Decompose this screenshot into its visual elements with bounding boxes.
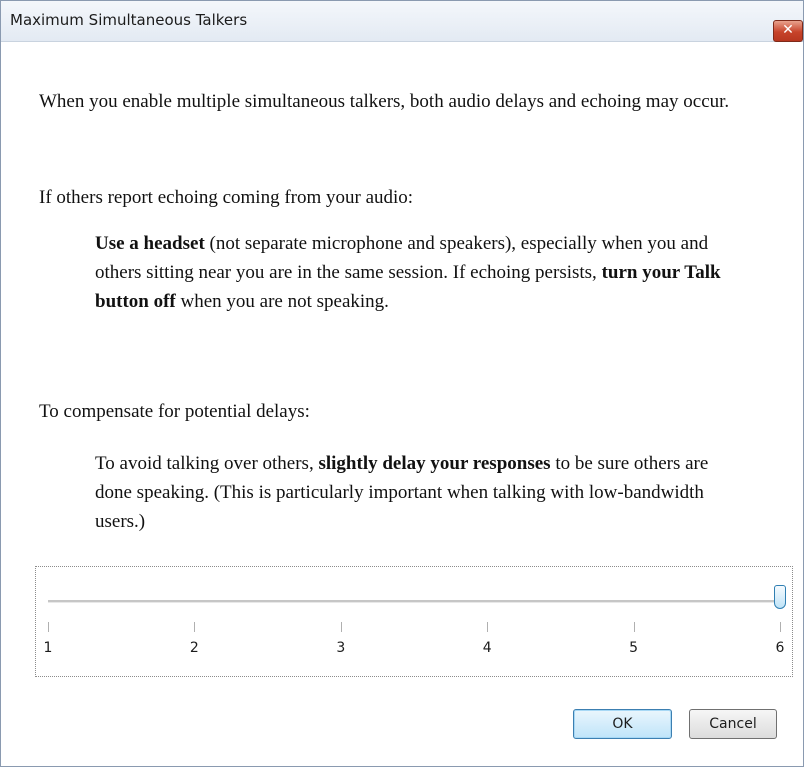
slider-tick-label: 2 (189, 640, 199, 656)
slider-tick-label: 6 (775, 640, 785, 656)
use-headset-bold: Use a headset (95, 233, 205, 254)
slider-tick-label: 1 (43, 640, 53, 656)
echo-heading: If others report echoing coming from you… (39, 187, 414, 208)
slider-tick-label: 5 (629, 640, 639, 656)
slider-tick (48, 622, 49, 632)
slider-tick (487, 622, 489, 632)
slider-tick-label: 3 (336, 640, 346, 656)
delay-advice: To avoid talking over others, slightly d… (95, 449, 735, 536)
talkers-slider[interactable]: 1 2 3 4 5 6 (35, 566, 793, 677)
slider-tick (194, 622, 196, 632)
window-title: Maximum Simultaneous Talkers (10, 11, 248, 29)
close-icon: ✕ (782, 22, 794, 38)
title-bar: Maximum Simultaneous Talkers ✕ (1, 1, 803, 42)
delay-advice-text-1: To avoid talking over others, (95, 453, 319, 474)
dialog-window: Maximum Simultaneous Talkers ✕ When you … (0, 0, 804, 767)
slider-track[interactable] (48, 600, 780, 603)
slider-tick (633, 622, 635, 632)
slider-thumb[interactable] (774, 585, 786, 609)
echo-advice: Use a headset (not separate microphone a… (95, 229, 735, 316)
delay-heading: To compensate for potential delays: (39, 401, 310, 422)
delay-responses-bold: slightly delay your responses (318, 453, 551, 474)
echo-advice-text-2: when you are not speaking. (175, 291, 389, 312)
slider-tick (780, 622, 781, 632)
intro-text: When you enable multiple simultaneous ta… (39, 91, 730, 112)
cancel-button[interactable]: Cancel (689, 709, 777, 739)
close-button[interactable]: ✕ (773, 20, 803, 42)
ok-button[interactable]: OK (573, 709, 672, 739)
slider-tick (340, 622, 342, 632)
slider-tick-label: 4 (482, 640, 492, 656)
